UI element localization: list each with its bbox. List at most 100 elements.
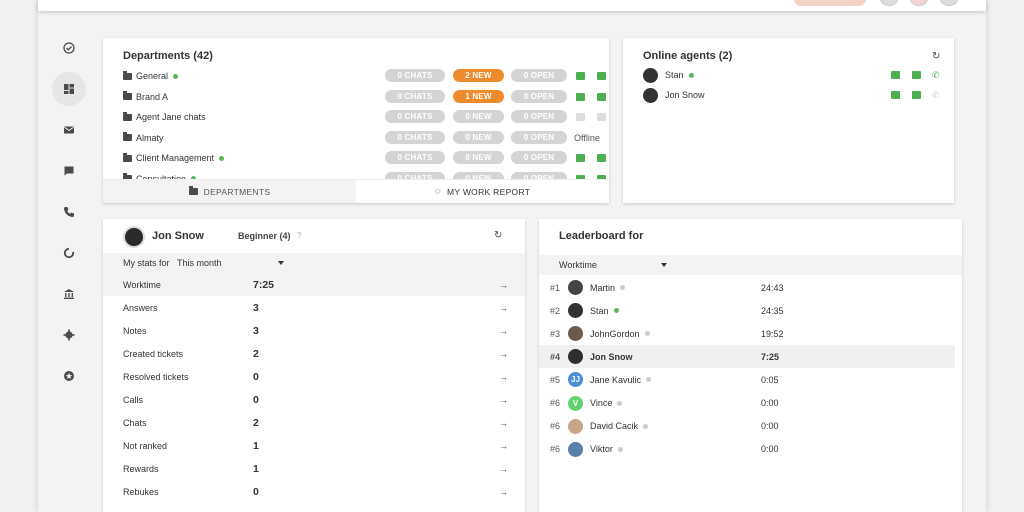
stat-row[interactable]: Chats 2 →	[103, 412, 525, 435]
chats-badge[interactable]: 0 CHATS	[385, 130, 445, 144]
nav-reports-icon[interactable]	[52, 236, 86, 270]
agent-row[interactable]: Jon Snow ✆	[643, 85, 943, 105]
nav-email-icon[interactable]	[52, 113, 86, 147]
arrow-right-icon[interactable]: →	[499, 395, 508, 405]
stats-refresh-icon[interactable]: ↻	[494, 230, 502, 241]
chats-badge[interactable]: 0 CHATS	[385, 110, 445, 123]
status-dot	[620, 285, 626, 290]
leaderboard-row[interactable]: #6 Viktor 0:00	[539, 438, 955, 461]
open-badge[interactable]: 0 OPEN	[511, 130, 567, 144]
chats-badge[interactable]: 0 CHATS	[385, 69, 445, 82]
nav-tasks-icon[interactable]	[52, 31, 86, 65]
new-badge[interactable]: 2 NEW	[453, 69, 504, 82]
help-icon[interactable]: ?	[297, 231, 301, 240]
stat-row[interactable]: Created tickets 2 →	[103, 342, 525, 365]
stat-row[interactable]: Notes 3 →	[103, 319, 525, 342]
arrow-right-icon[interactable]: →	[499, 349, 508, 359]
stat-row[interactable]: Calls 0 →	[103, 389, 525, 412]
leaderboard-row[interactable]: #2 Stan 24:35	[539, 299, 955, 322]
arrow-right-icon[interactable]: →	[499, 280, 508, 290]
new-badge[interactable]: 0 NEW	[453, 110, 504, 123]
chat-icon[interactable]	[912, 91, 921, 99]
chevron-down-icon[interactable]	[661, 263, 667, 267]
refresh-icon[interactable]: ↻	[932, 51, 940, 62]
stat-row[interactable]: Rewards 1 →	[103, 458, 525, 481]
email-icon[interactable]	[576, 154, 585, 162]
new-badge[interactable]: 1 NEW	[453, 89, 504, 103]
chats-badge[interactable]: 0 CHATS	[385, 151, 445, 164]
chat-icon[interactable]	[597, 113, 606, 121]
leaderboard-row[interactable]: #4 Jon Snow 7:25	[539, 345, 955, 369]
department-row[interactable]: Almaty 0 CHATS 0 NEW 0 OPEN Offline	[123, 128, 609, 148]
new-badge[interactable]: 0 NEW	[453, 130, 504, 144]
nav-plugins-icon[interactable]	[52, 359, 86, 393]
user-avatar[interactable]	[940, 0, 958, 6]
nav-dashboard-icon[interactable]	[52, 72, 86, 106]
stat-label: Rewards	[123, 464, 159, 475]
arrow-right-icon[interactable]: →	[499, 303, 508, 313]
email-icon[interactable]	[576, 92, 585, 101]
stat-row[interactable]: Not ranked 1 →	[103, 435, 525, 458]
open-badge[interactable]: 0 OPEN	[511, 110, 567, 123]
nav-chat-icon[interactable]	[52, 154, 86, 188]
phone-icon[interactable]: ✆	[932, 91, 941, 100]
arrow-right-icon[interactable]: →	[499, 464, 508, 474]
arrow-right-icon[interactable]: →	[499, 372, 508, 382]
agent-name: Jon Snow	[665, 90, 705, 100]
leaderboard-row[interactable]: #6 David Cacik 0:00	[539, 415, 955, 438]
arrow-right-icon[interactable]: →	[499, 418, 508, 428]
new-badge[interactable]: 0 NEW	[453, 151, 504, 164]
email-icon[interactable]	[576, 113, 585, 121]
chat-icon[interactable]	[597, 72, 606, 80]
chevron-down-icon[interactable]	[278, 261, 284, 265]
department-row[interactable]: General0 CHATS2 NEW0 OPEN✆	[123, 66, 609, 86]
phone-icon[interactable]: ✆	[932, 71, 941, 80]
user-avatar-large	[123, 226, 145, 248]
leaderboard-row[interactable]: #6 V Vince 0:00	[539, 392, 955, 415]
stats-period-select[interactable]: This month	[177, 258, 222, 268]
department-name[interactable]: Brand A	[136, 92, 168, 102]
open-badge[interactable]: 0 OPEN	[511, 151, 567, 164]
chat-icon[interactable]	[912, 71, 921, 79]
leaderboard-row[interactable]: #5 JJ Jane Kavulic 0:05	[539, 368, 955, 391]
nav-knowledgebase-icon[interactable]	[52, 277, 86, 311]
stat-row[interactable]: Rebukes 0 →	[103, 481, 525, 504]
email-icon[interactable]	[891, 91, 900, 99]
leaderboard-time: 19:52	[761, 328, 784, 339]
leaderboard-rank: #4	[550, 351, 561, 362]
top-action-pill[interactable]	[794, 0, 866, 6]
email-icon[interactable]	[891, 71, 900, 79]
top-icon-2[interactable]	[910, 0, 928, 6]
department-name[interactable]: Almaty	[136, 133, 164, 143]
department-name[interactable]: General	[136, 71, 168, 81]
nav-calls-icon[interactable]	[52, 195, 86, 229]
stat-label: Chats	[123, 418, 147, 429]
arrow-right-icon[interactable]: →	[499, 487, 508, 497]
leaderboard-metric-select[interactable]: Worktime	[559, 260, 597, 270]
tab-departments[interactable]: DEPARTMENTS	[103, 180, 356, 203]
chat-icon[interactable]	[597, 154, 606, 162]
leaderboard-row[interactable]: #1 Martin 24:43	[539, 276, 955, 299]
department-row[interactable]: Brand A0 CHATS1 NEW0 OPEN✆	[123, 87, 609, 107]
department-row[interactable]: Client Management0 CHATS0 NEW0 OPEN✆	[123, 148, 609, 168]
open-badge[interactable]: 0 OPEN	[511, 89, 567, 103]
leaderboard-rank: #2	[550, 305, 561, 316]
open-badge[interactable]: 0 OPEN	[511, 69, 567, 82]
nav-settings-icon[interactable]	[52, 318, 86, 352]
tab-my-work-report[interactable]: ◌ MY WORK REPORT	[356, 180, 609, 203]
chats-badge[interactable]: 0 CHATS	[385, 89, 445, 103]
agent-row[interactable]: Stan ✆	[643, 65, 943, 85]
stat-row[interactable]: Answers 3 →	[103, 296, 525, 319]
avatar	[568, 280, 583, 295]
stat-row[interactable]: Worktime 7:25 →	[103, 273, 525, 296]
department-name[interactable]: Agent Jane chats	[136, 112, 206, 122]
email-icon[interactable]	[576, 72, 585, 80]
department-name[interactable]: Client Management	[136, 153, 214, 163]
chat-icon[interactable]	[597, 92, 606, 101]
stat-row[interactable]: Resolved tickets 0 →	[103, 365, 525, 388]
department-row[interactable]: Agent Jane chats0 CHATS0 NEW0 OPEN✆	[123, 107, 609, 127]
top-icon-1[interactable]	[880, 0, 898, 6]
arrow-right-icon[interactable]: →	[499, 326, 508, 336]
leaderboard-row[interactable]: #3 JohnGordon 19:52	[539, 322, 955, 345]
arrow-right-icon[interactable]: →	[499, 441, 508, 451]
